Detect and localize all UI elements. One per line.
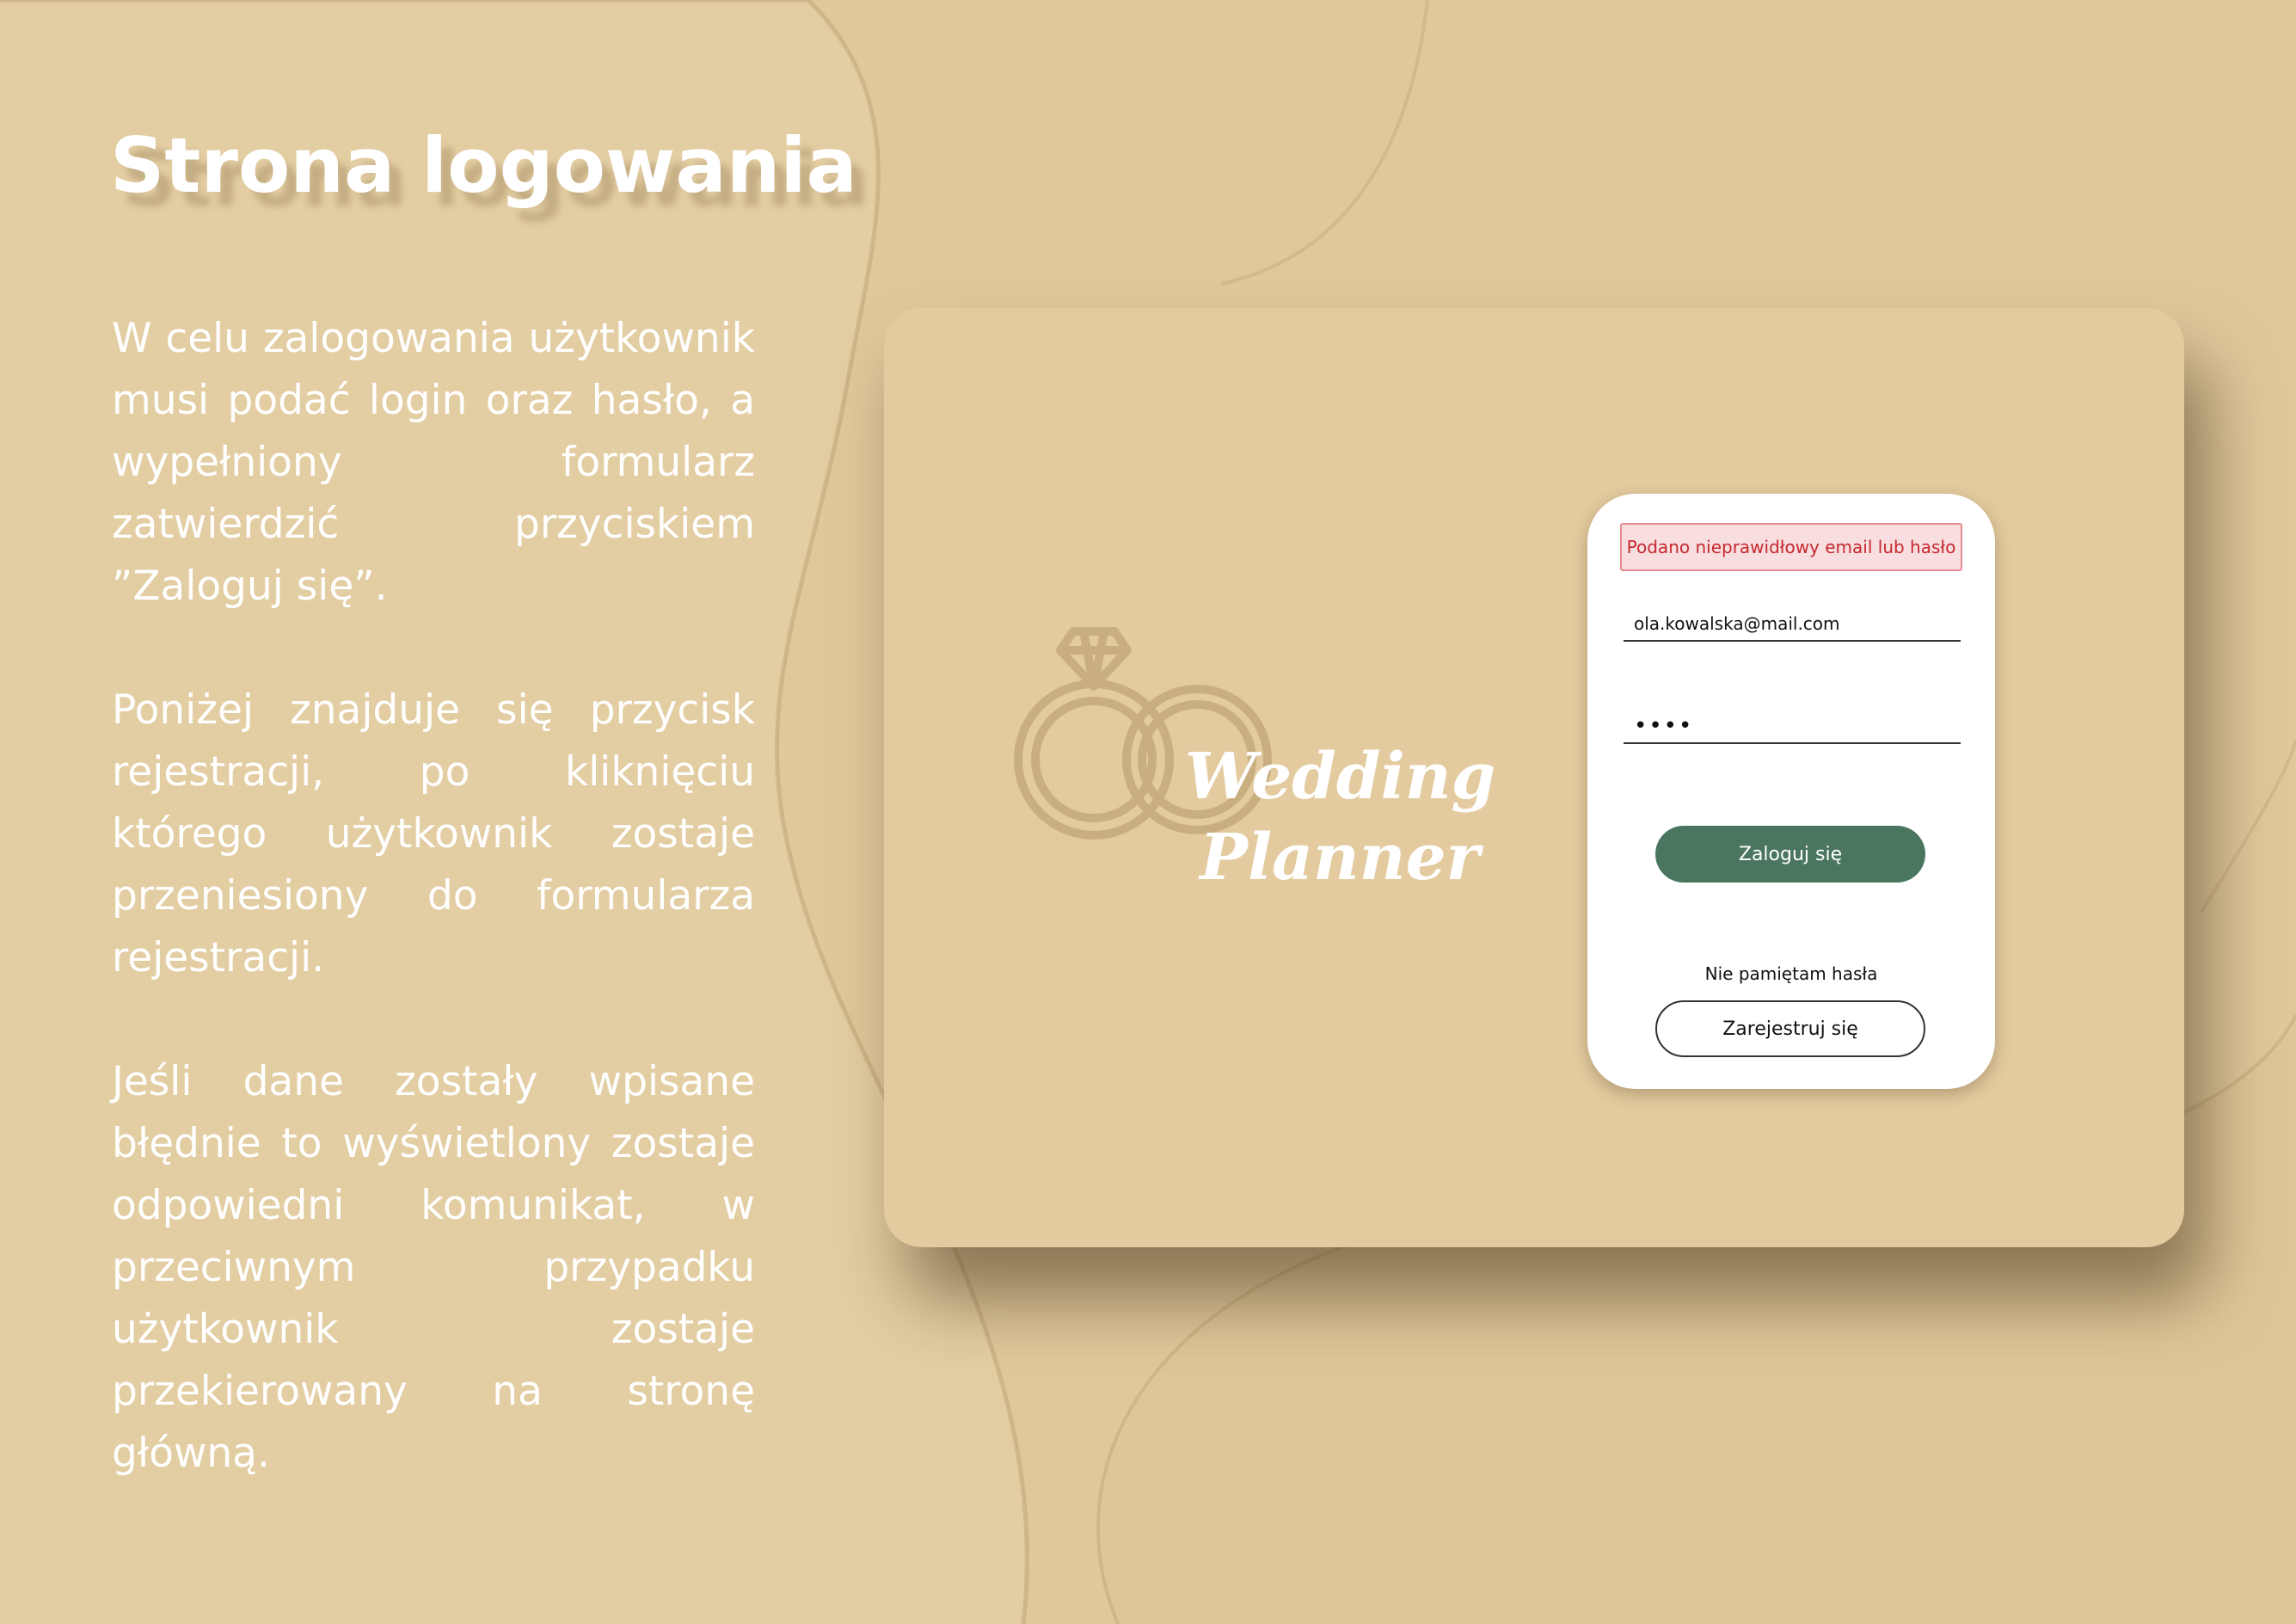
description-paragraph-register: Poniżej znajduje się przycisk rejestracj…: [112, 686, 755, 981]
description-paragraph-login: W celu zalogowania użytkownik musi podać…: [112, 315, 755, 610]
password-field[interactable]: [1624, 710, 1961, 744]
register-button[interactable]: Zarejestruj się: [1655, 1000, 1925, 1057]
login-button[interactable]: Zaloguj się: [1655, 826, 1925, 883]
wedding-planner-logo: Wedding Planner: [1013, 626, 1495, 895]
slide-title: Strona logowania: [110, 121, 857, 210]
description-paragraph-error: Jeśli dane zostały wpisane błędnie to wy…: [112, 1058, 755, 1477]
app-window: Wedding Planner Podano nieprawidłowy ema…: [884, 308, 2184, 1247]
logo-text-line1: Wedding: [1185, 740, 1496, 814]
logo-text: Wedding Planner: [1185, 736, 1495, 898]
email-field[interactable]: [1624, 607, 1961, 642]
error-alert: Podano nieprawidłowy email lub hasło: [1620, 523, 1962, 571]
forgot-password-link[interactable]: Nie pamiętam hasła: [1587, 963, 1995, 984]
login-form: Podano nieprawidłowy email lub hasło Zal…: [1587, 494, 1995, 1089]
logo-text-line2: Planner: [1200, 821, 1480, 895]
